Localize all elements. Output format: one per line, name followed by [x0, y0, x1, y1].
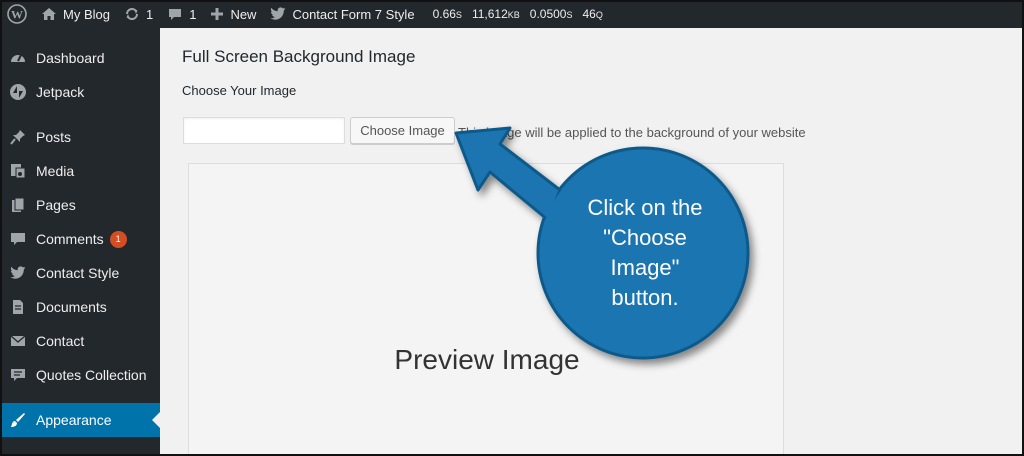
query-count-unit: Q [595, 10, 603, 20]
page-time-value: 0.66 [432, 7, 456, 21]
sidebar-item-dashboard[interactable]: Dashboard [0, 41, 160, 75]
comment-bubble-icon [169, 9, 182, 20]
main-content: Full Screen Background Image Choose Your… [160, 28, 1024, 456]
page-time-stat: 0.66S [428, 7, 467, 21]
sidebar-item-label: Media [36, 163, 75, 179]
updates-count: 1 [145, 6, 154, 22]
pages-icon [0, 196, 36, 214]
mail-icon [0, 332, 36, 350]
image-help-text: This image will be applied to the backgr… [458, 125, 806, 140]
sidebar-item-appearance[interactable]: Appearance [0, 403, 160, 437]
home-icon [42, 8, 56, 20]
sidebar-item-label: Appearance [36, 412, 112, 428]
sidebar-item-label: Contact Style [36, 265, 120, 281]
page-time-unit: S [455, 10, 462, 20]
sidebar-item-label: Documents [36, 299, 107, 315]
updates-icon [125, 8, 138, 20]
pin-icon [0, 128, 36, 146]
admin-sidebar: Dashboard Jetpack Posts Media Pages Comm… [0, 28, 160, 456]
sidebar-item-pages[interactable]: Pages [0, 188, 160, 222]
choose-image-button[interactable]: Choose Image [350, 117, 455, 144]
memory-value: 11,612 [471, 7, 508, 21]
sidebar-item-label: Contact [36, 333, 85, 349]
sidebar-item-label: Jetpack [36, 84, 85, 100]
dashboard-icon [0, 49, 36, 67]
site-name: My Blog [63, 6, 110, 22]
comments-link[interactable]: 1 [160, 0, 203, 28]
comment-icon [0, 230, 36, 248]
twitter-icon [0, 266, 36, 280]
jetpack-icon [0, 83, 36, 101]
choose-image-label: Choose Your Image [182, 83, 297, 98]
plugin-label: Contact Form 7 Style [292, 6, 415, 22]
plugin-icon [0, 452, 36, 456]
query-time-unit: S [566, 10, 573, 20]
sidebar-item-quotes-collection[interactable]: Quotes Collection [0, 358, 160, 392]
sidebar-item-next[interactable] [0, 444, 160, 456]
twitter-icon [270, 7, 286, 20]
sidebar-item-label: Posts [36, 129, 72, 145]
preview-image-area: Preview Image [188, 163, 784, 456]
comments-count: 1 [189, 6, 197, 22]
query-monitor-stats[interactable]: 0.66S 11,612KB 0.0500S 46Q [422, 0, 615, 28]
page-title: Full Screen Background Image [182, 47, 416, 66]
sidebar-item-documents[interactable]: Documents [0, 290, 160, 324]
sidebar-item-media[interactable]: Media [0, 154, 160, 188]
image-url-input[interactable] [183, 117, 345, 144]
wordpress-icon: W [7, 4, 27, 24]
sidebar-item-label: Quotes Collection [36, 367, 147, 383]
query-count-value: 46 [582, 7, 596, 21]
sidebar-item-label: Pages [36, 197, 76, 213]
query-time-value: 0.0500 [529, 7, 567, 21]
query-time-stat: 0.0500S [525, 7, 578, 21]
wordpress-logo-button[interactable]: W [0, 0, 34, 28]
sidebar-item-posts[interactable]: Posts [0, 120, 160, 154]
sidebar-item-comments[interactable]: Comments 1 [0, 222, 160, 256]
memory-stat: 11,612KB [467, 7, 525, 21]
media-icon [0, 162, 36, 180]
new-label: New [230, 6, 257, 22]
quote-icon [0, 366, 36, 384]
document-icon [0, 298, 36, 316]
memory-unit: KB [507, 10, 520, 20]
plugin-link[interactable]: Contact Form 7 Style [263, 0, 421, 28]
sidebar-item-jetpack[interactable]: Jetpack [0, 75, 160, 109]
comments-badge: 1 [109, 230, 127, 248]
sidebar-item-label: Comments [36, 231, 104, 247]
new-content-link[interactable]: New [203, 0, 263, 28]
sidebar-item-contact[interactable]: Contact [0, 324, 160, 358]
sidebar-item-contact-style[interactable]: Contact Style [0, 256, 160, 290]
plus-icon [211, 8, 224, 20]
updates-link[interactable]: 1 [117, 0, 160, 28]
admin-bar: W My Blog 1 1 New Contact Form 7 Style 0… [0, 0, 1024, 28]
site-name-link[interactable]: My Blog [34, 0, 117, 28]
sidebar-item-label: Dashboard [36, 50, 105, 66]
svg-text:W: W [11, 8, 23, 22]
brush-icon [0, 411, 36, 429]
preview-image-label: Preview Image [394, 344, 580, 375]
query-count-stat: 46Q [577, 7, 607, 21]
